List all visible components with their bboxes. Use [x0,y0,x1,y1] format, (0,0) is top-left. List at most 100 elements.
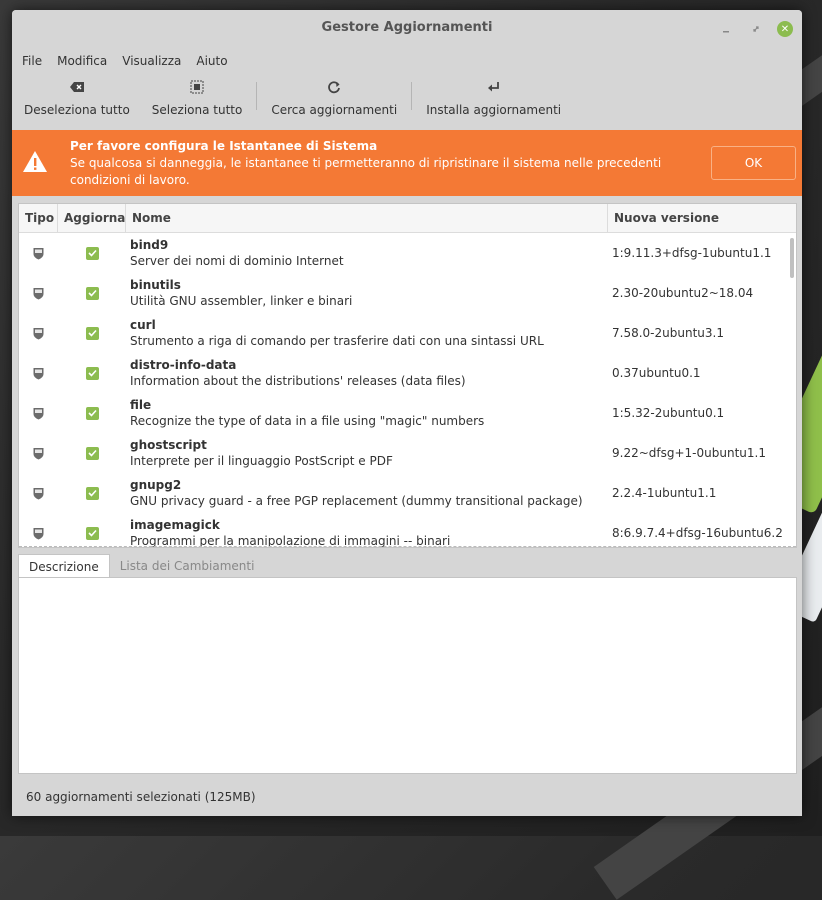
shield-icon [33,327,44,339]
list-scrollbar[interactable] [790,238,794,278]
infobar-message: Se qualcosa si danneggia, le istantanee … [70,156,662,187]
menu-visualizza[interactable]: Visualizza [120,54,190,68]
package-name: bind9 [130,238,169,252]
toolbar-separator [256,82,258,110]
column-nome[interactable]: Nome [126,204,608,232]
refresh-button[interactable]: Cerca aggiornamenti [263,74,405,117]
checkmark-icon [87,369,97,377]
deselect-all-label: Deseleziona tutto [24,103,130,117]
description-pane [18,577,797,774]
column-aggiorna[interactable]: Aggiorna [58,204,126,232]
checkmark-icon [87,489,97,497]
name-cell: bind9 Server dei nomi di dominio Interne… [126,237,608,269]
rows-container: bind9 Server dei nomi di dominio Interne… [19,233,796,547]
tab-description[interactable]: Descrizione [18,554,110,578]
table-row[interactable]: distro-info-data Information about the d… [19,353,796,393]
name-cell: imagemagick Programmi per la manipolazio… [126,517,608,547]
update-checkbox[interactable] [85,446,99,460]
package-version: 0.37ubuntu0.1 [612,366,701,380]
table-row[interactable]: gnupg2 GNU privacy guard - a free PGP re… [19,473,796,513]
menu-aiuto[interactable]: Aiuto [194,54,236,68]
table-row[interactable]: ghostscript Interprete per il linguaggio… [19,433,796,473]
update-checkbox[interactable] [85,246,99,260]
menu-modifica[interactable]: Modifica [55,54,116,68]
refresh-label: Cerca aggiornamenti [271,103,398,117]
shield-icon [33,487,44,499]
select-all-button[interactable]: Seleziona tutto [144,74,251,117]
table-row[interactable]: binutils Utilità GNU assembler, linker e… [19,273,796,313]
package-name: imagemagick [130,518,220,532]
package-description: GNU privacy guard - a free PGP replaceme… [130,494,583,508]
checkmark-icon [87,289,97,297]
tab-changelog[interactable]: Lista dei Cambiamenti [110,554,265,578]
shield-icon [33,367,44,379]
type-cell [19,367,58,380]
package-description: Information about the distributions' rel… [130,374,466,388]
update-checkbox[interactable] [85,366,99,380]
menu-bar: File Modifica Visualizza Aiuto [12,48,802,74]
name-cell: binutils Utilità GNU assembler, linker e… [126,277,608,309]
checkmark-icon [87,409,97,417]
shield-icon [33,247,44,259]
name-cell: gnupg2 GNU privacy guard - a free PGP re… [126,477,608,509]
update-checkbox-cell [58,486,126,500]
package-version: 2.30-20ubuntu2~18.04 [612,286,754,300]
table-row[interactable]: imagemagick Programmi per la manipolazio… [19,513,796,547]
update-checkbox-cell [58,406,126,420]
column-versione[interactable]: Nuova versione [608,204,796,232]
name-cell: curl Strumento a riga di comando per tra… [126,317,608,349]
infobar-heading: Per favore configura le Istantanee di Si… [70,139,378,153]
list-bottom-divider [19,546,796,547]
snapshot-infobar: Per favore configura le Istantanee di Si… [12,130,802,196]
package-version: 2.2.4-1ubuntu1.1 [612,486,717,500]
shield-icon [33,527,44,539]
toolbar: Deseleziona tutto Seleziona tutto Cerca … [12,74,802,130]
table-row[interactable]: curl Strumento a riga di comando per tra… [19,313,796,353]
install-updates-label: Installa aggiornamenti [426,103,562,117]
update-checkbox[interactable] [85,486,99,500]
refresh-icon [327,80,341,98]
table-row[interactable]: bind9 Server dei nomi di dominio Interne… [19,233,796,273]
install-updates-button[interactable]: Installa aggiornamenti [418,74,569,117]
select-all-label: Seleziona tutto [151,103,243,117]
close-icon[interactable]: ✕ [777,21,793,37]
package-name: curl [130,318,156,332]
update-checkbox-cell [58,286,126,300]
package-description: Utilità GNU assembler, linker e binari [130,294,353,308]
infobar-ok-button[interactable]: OK [711,146,796,180]
minimize-icon[interactable] [718,21,734,37]
update-checkbox[interactable] [85,526,99,540]
checkmark-icon [87,449,97,457]
maximize-icon[interactable] [748,21,764,37]
checkmark-icon [87,249,97,257]
package-name: file [130,398,152,412]
package-name: ghostscript [130,438,207,452]
shield-icon [33,407,44,419]
update-checkbox-cell [58,526,126,540]
shield-icon [33,447,44,459]
update-checkbox[interactable] [85,286,99,300]
column-tipo[interactable]: Tipo [19,204,58,232]
warning-icon [22,150,48,174]
update-manager-window: Gestore Aggiornamenti ✕ File Modifica Vi… [12,10,802,816]
type-cell [19,447,58,460]
status-text: 60 aggiornamenti selezionati (125MB) [26,790,256,804]
update-checkbox[interactable] [85,406,99,420]
package-description: Server dei nomi di dominio Internet [130,254,344,268]
package-name: distro-info-data [130,358,237,372]
deselect-all-button[interactable]: Deseleziona tutto [16,74,138,117]
package-version: 9.22~dfsg+1-0ubuntu1.1 [612,446,766,460]
package-description: Recognize the type of data in a file usi… [130,414,485,428]
package-version: 1:9.11.3+dfsg-1ubuntu1.1 [612,246,772,260]
shield-icon [33,287,44,299]
type-cell [19,487,58,500]
detail-tabs: Descrizione Lista dei Cambiamenti [18,554,264,578]
menu-file[interactable]: File [20,54,51,68]
table-row[interactable]: file Recognize the type of data in a fil… [19,393,796,433]
type-cell [19,327,58,340]
toolbar-separator [411,82,413,110]
update-checkbox-cell [58,446,126,460]
update-checkbox[interactable] [85,326,99,340]
title-bar[interactable]: Gestore Aggiornamenti ✕ [12,10,802,48]
package-name: gnupg2 [130,478,182,492]
